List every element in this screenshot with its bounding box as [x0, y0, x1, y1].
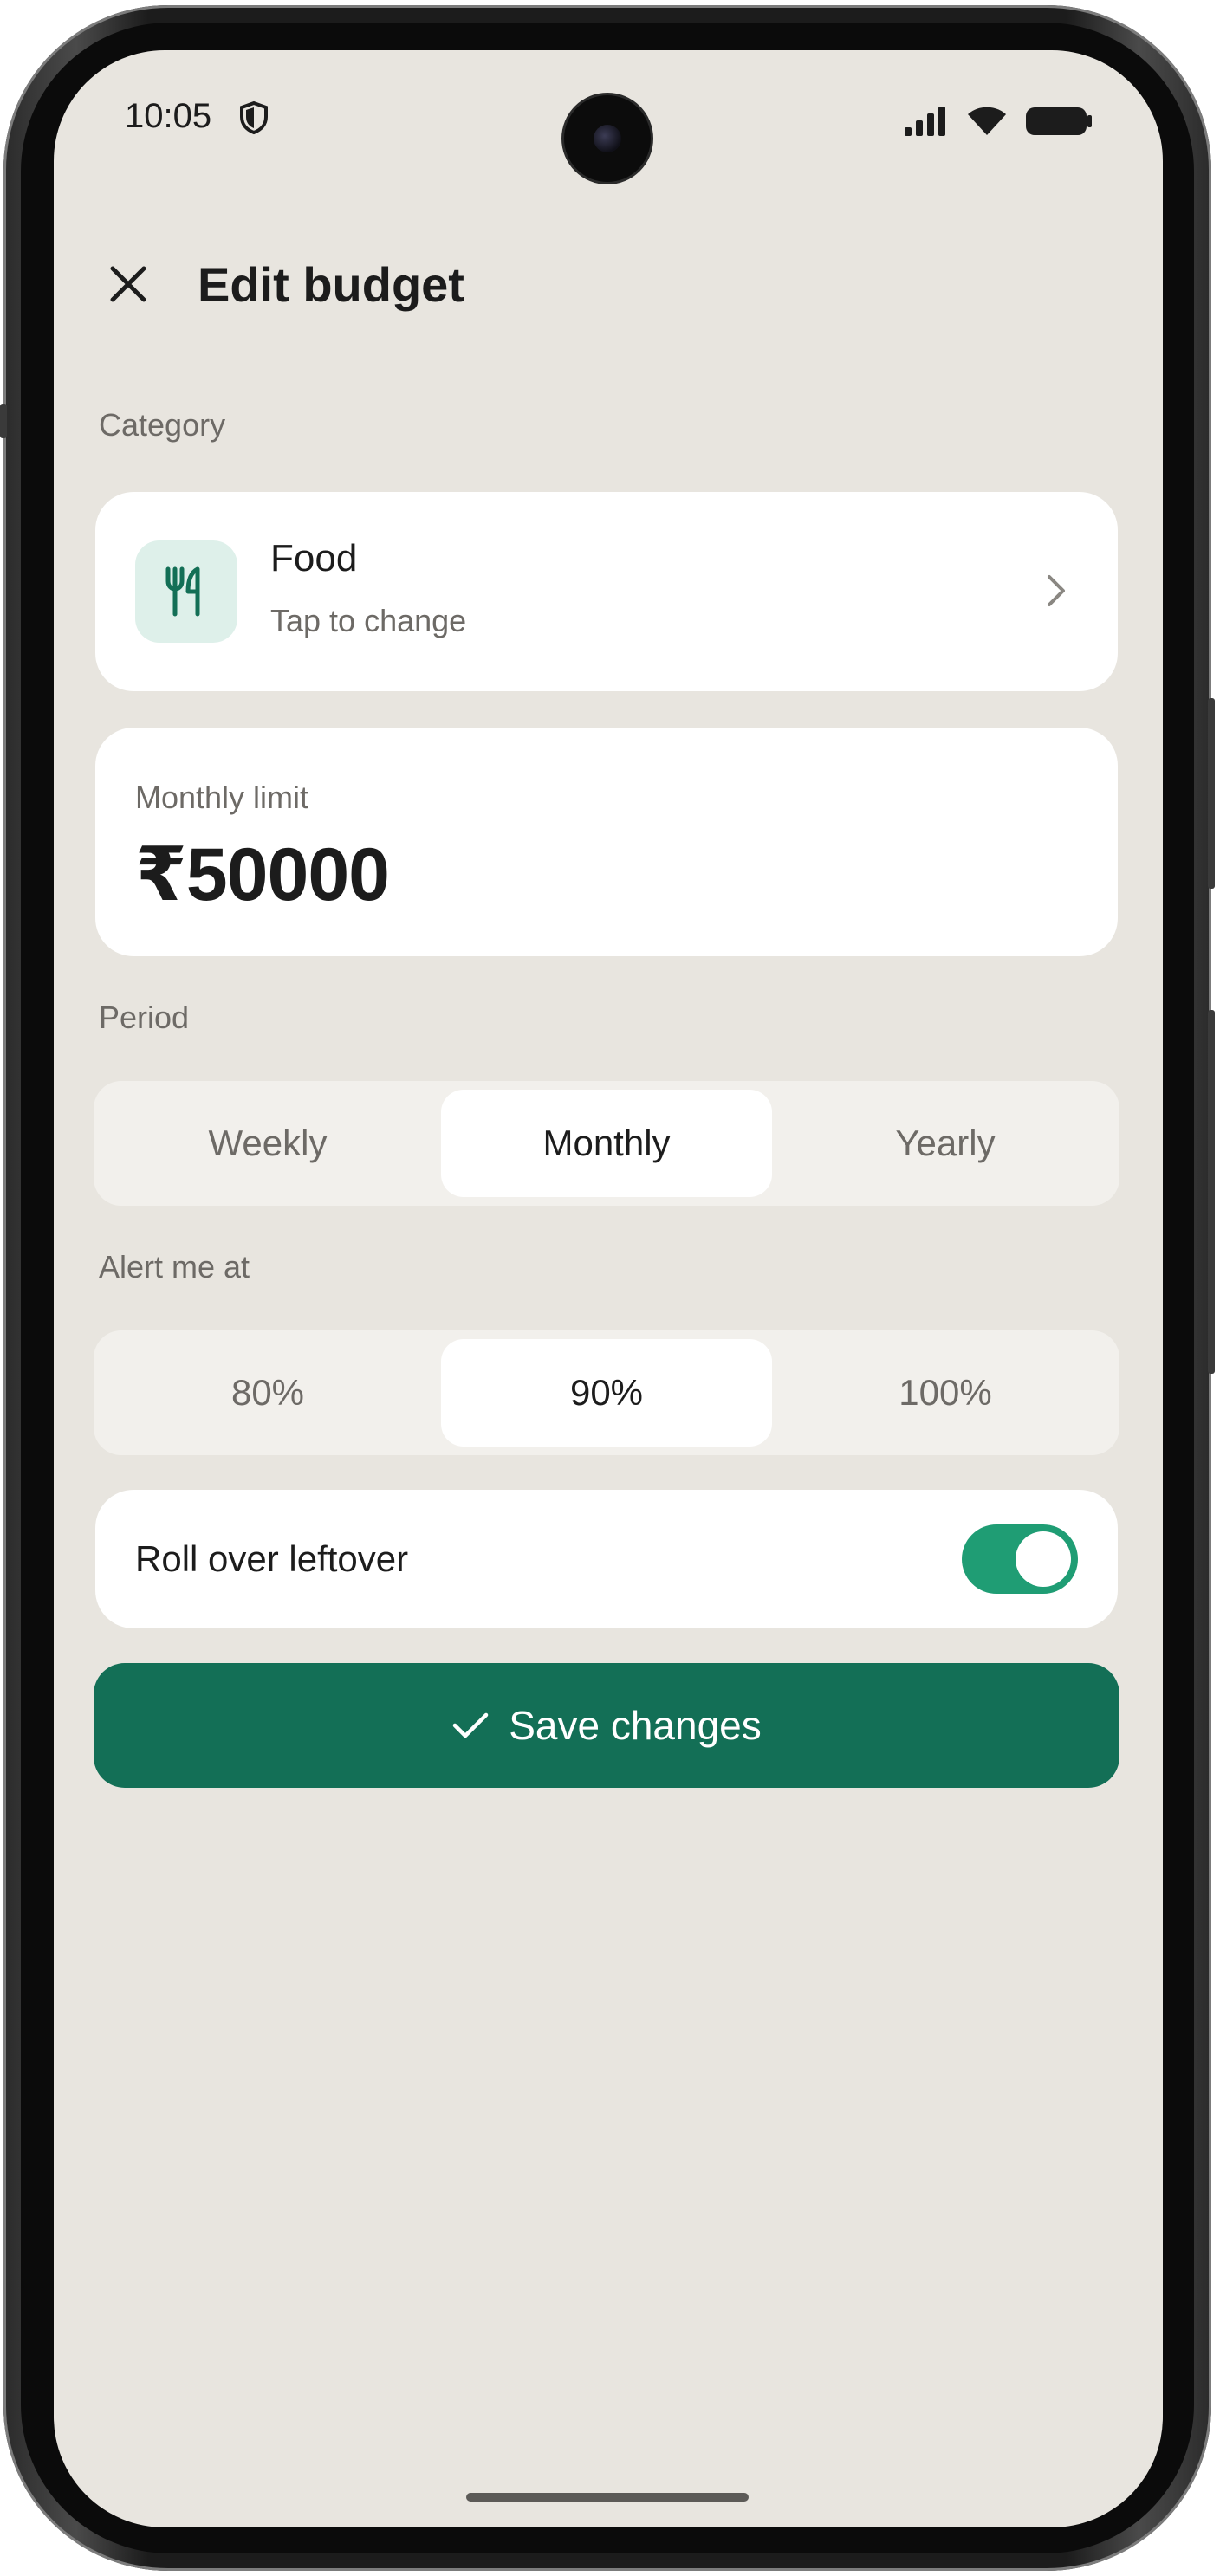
chevron-right-icon [1043, 572, 1069, 614]
limit-card[interactable]: Monthly limit ₹50000 [95, 728, 1118, 956]
shield-icon [239, 100, 269, 139]
alert-section-label: Alert me at [99, 1249, 250, 1285]
close-button[interactable] [102, 258, 154, 310]
period-option-yearly[interactable]: Yearly [780, 1090, 1111, 1197]
signal-icon [903, 105, 950, 142]
close-icon [110, 266, 146, 302]
save-button[interactable]: Save changes [94, 1663, 1119, 1788]
save-button-label: Save changes [509, 1703, 762, 1748]
app-header: Edit budget [54, 249, 1163, 319]
period-section-label: Period [99, 1000, 190, 1035]
rollover-card: Roll over leftover [95, 1490, 1118, 1628]
period-option-monthly[interactable]: Monthly [441, 1090, 772, 1197]
alert-selector: 80% 90% 100% [94, 1330, 1119, 1455]
fork-knife-icon [135, 540, 237, 643]
period-selector: Weekly Monthly Yearly [94, 1081, 1119, 1206]
period-option-weekly[interactable]: Weekly [102, 1090, 433, 1197]
category-name: Food [270, 537, 358, 579]
home-indicator[interactable] [466, 2493, 749, 2502]
volume-button [1208, 1010, 1215, 1374]
category-section-label: Category [99, 407, 226, 443]
limit-amount-input[interactable]: ₹50000 [135, 832, 390, 918]
screen: 10:05 Edit budget Category Food Tap to c… [54, 50, 1163, 2527]
check-icon [452, 1712, 489, 1738]
alert-option-100[interactable]: 100% [780, 1339, 1111, 1447]
status-bar: 10:05 [54, 50, 1163, 189]
side-button [0, 404, 7, 438]
status-time: 10:05 [125, 97, 212, 135]
category-subtitle: Tap to change [270, 603, 467, 638]
toggle-knob [1016, 1531, 1071, 1587]
rollover-label: Roll over leftover [135, 1538, 409, 1579]
alert-option-80[interactable]: 80% [102, 1339, 433, 1447]
rollover-toggle[interactable] [962, 1524, 1078, 1594]
battery-icon [1024, 104, 1093, 143]
power-button [1208, 698, 1215, 889]
alert-option-90[interactable]: 90% [441, 1339, 772, 1447]
category-card[interactable]: Food Tap to change [95, 492, 1118, 691]
limit-label: Monthly limit [135, 780, 309, 815]
page-title: Edit budget [198, 257, 464, 312]
status-icons [903, 104, 1093, 143]
wifi-icon [965, 104, 1009, 143]
front-camera [564, 95, 651, 182]
